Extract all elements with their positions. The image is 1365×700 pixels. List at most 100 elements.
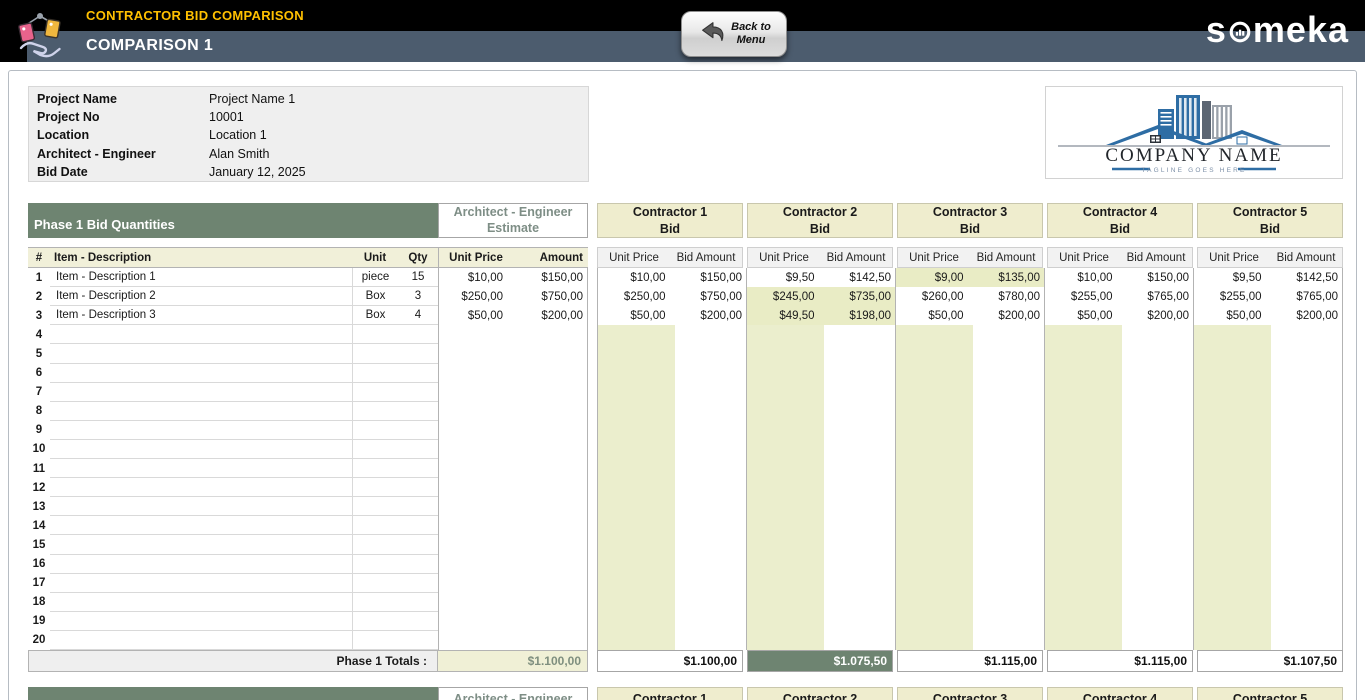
bid-unit-price-cell[interactable] (1045, 459, 1122, 479)
bid-unit-price-cell[interactable] (1045, 497, 1122, 517)
estimate-unit-price-cell[interactable] (438, 459, 513, 479)
bid-unit-price-cell[interactable] (896, 497, 973, 517)
bid-unit-price-cell[interactable] (896, 573, 973, 593)
unit-cell[interactable] (352, 573, 398, 593)
bid-unit-price-cell[interactable] (896, 592, 973, 612)
bid-unit-price-cell[interactable] (1194, 535, 1271, 555)
item-description-cell[interactable] (50, 631, 352, 650)
bid-unit-price-cell[interactable] (1045, 516, 1122, 536)
qty-cell[interactable] (398, 478, 438, 498)
unit-cell[interactable] (352, 439, 398, 459)
estimate-unit-price-cell[interactable] (438, 535, 513, 555)
estimate-unit-price-cell[interactable] (438, 401, 513, 421)
item-description-cell[interactable] (50, 440, 352, 459)
unit-cell[interactable] (352, 497, 398, 517)
unit-cell[interactable] (352, 344, 398, 364)
bid-unit-price-cell[interactable] (598, 592, 675, 612)
bid-unit-price-cell[interactable]: $255,00 (1045, 287, 1122, 306)
item-description-cell[interactable] (50, 344, 352, 364)
bid-unit-price-cell[interactable] (747, 439, 824, 459)
item-description-cell[interactable] (50, 325, 352, 345)
bid-unit-price-cell[interactable] (896, 382, 973, 402)
estimate-unit-price-cell[interactable] (438, 573, 513, 593)
bid-unit-price-cell[interactable] (1194, 516, 1271, 536)
unit-cell[interactable] (352, 459, 398, 479)
item-description-cell[interactable] (50, 383, 352, 402)
unit-cell[interactable] (352, 363, 398, 383)
bid-unit-price-cell[interactable] (747, 420, 824, 440)
estimate-unit-price-cell[interactable] (438, 497, 513, 517)
qty-cell[interactable] (398, 497, 438, 517)
bid-unit-price-cell[interactable] (598, 478, 675, 498)
unit-cell[interactable] (352, 382, 398, 402)
bid-unit-price-cell[interactable]: $9,50 (747, 268, 824, 287)
estimate-unit-price-cell[interactable] (438, 630, 513, 650)
item-description-cell[interactable] (50, 421, 352, 440)
bid-unit-price-cell[interactable] (747, 497, 824, 517)
estimate-unit-price-cell[interactable]: $10,00 (438, 268, 513, 288)
bid-unit-price-cell[interactable]: $9,50 (1194, 268, 1271, 287)
estimate-unit-price-cell[interactable] (438, 344, 513, 364)
estimate-unit-price-cell[interactable] (438, 325, 513, 345)
bid-unit-price-cell[interactable] (747, 344, 824, 364)
estimate-unit-price-cell[interactable] (438, 439, 513, 459)
bid-unit-price-cell[interactable]: $10,00 (598, 268, 675, 287)
bid-unit-price-cell[interactable] (896, 420, 973, 440)
qty-cell[interactable] (398, 593, 438, 612)
bid-unit-price-cell[interactable] (747, 382, 824, 402)
bid-unit-price-cell[interactable] (1194, 382, 1271, 402)
bid-unit-price-cell[interactable] (1194, 344, 1271, 364)
item-description-cell[interactable]: Item - Description 1 (50, 268, 352, 288)
bid-unit-price-cell[interactable] (747, 535, 824, 555)
bid-unit-price-cell[interactable] (1045, 535, 1122, 555)
bid-unit-price-cell[interactable] (598, 420, 675, 440)
bid-unit-price-cell[interactable]: $10,00 (1045, 268, 1122, 287)
qty-cell[interactable] (398, 555, 438, 574)
bid-unit-price-cell[interactable] (598, 344, 675, 364)
unit-cell[interactable] (352, 554, 398, 574)
bid-unit-price-cell[interactable] (896, 611, 973, 631)
bid-unit-price-cell[interactable] (1045, 382, 1122, 402)
bid-unit-price-cell[interactable] (598, 497, 675, 517)
unit-cell[interactable] (352, 611, 398, 631)
item-description-cell[interactable] (50, 574, 352, 593)
qty-cell[interactable] (398, 631, 438, 650)
estimate-unit-price-cell[interactable] (438, 420, 513, 440)
unit-cell[interactable] (352, 420, 398, 440)
qty-cell[interactable] (398, 383, 438, 402)
item-description-cell[interactable] (50, 516, 352, 536)
qty-cell[interactable]: 15 (398, 268, 438, 288)
bid-unit-price-cell[interactable] (1045, 611, 1122, 631)
bid-unit-price-cell[interactable] (896, 535, 973, 555)
bid-unit-price-cell[interactable] (747, 611, 824, 631)
bid-unit-price-cell[interactable] (747, 401, 824, 421)
bid-unit-price-cell[interactable] (1045, 325, 1122, 345)
bid-unit-price-cell[interactable] (1045, 439, 1122, 459)
bid-unit-price-cell[interactable] (1045, 478, 1122, 498)
bid-unit-price-cell[interactable] (598, 382, 675, 402)
estimate-unit-price-cell[interactable] (438, 363, 513, 383)
bid-unit-price-cell[interactable] (747, 573, 824, 593)
bid-unit-price-cell[interactable]: $250,00 (598, 287, 675, 306)
location-value[interactable]: Location 1 (209, 128, 588, 142)
unit-cell[interactable] (352, 630, 398, 650)
bid-unit-price-cell[interactable] (896, 478, 973, 498)
bid-unit-price-cell[interactable] (896, 630, 973, 650)
item-description-cell[interactable] (50, 364, 352, 383)
bid-unit-price-cell[interactable] (598, 535, 675, 555)
bid-unit-price-cell[interactable]: $49,50 (747, 306, 824, 326)
unit-cell[interactable]: Box (352, 287, 398, 307)
qty-cell[interactable] (398, 440, 438, 459)
item-description-cell[interactable] (50, 612, 352, 631)
bid-unit-price-cell[interactable]: $50,00 (1194, 306, 1271, 325)
item-description-cell[interactable] (50, 459, 352, 479)
bid-unit-price-cell[interactable] (598, 611, 675, 631)
bid-unit-price-cell[interactable] (1194, 325, 1271, 345)
bid-unit-price-cell[interactable] (1194, 439, 1271, 459)
bid-unit-price-cell[interactable] (896, 554, 973, 574)
bid-unit-price-cell[interactable] (598, 630, 675, 650)
bid-unit-price-cell[interactable] (1194, 611, 1271, 631)
unit-cell[interactable] (352, 478, 398, 498)
bid-unit-price-cell[interactable] (1194, 630, 1271, 650)
project-name-value[interactable]: Project Name 1 (209, 92, 588, 106)
